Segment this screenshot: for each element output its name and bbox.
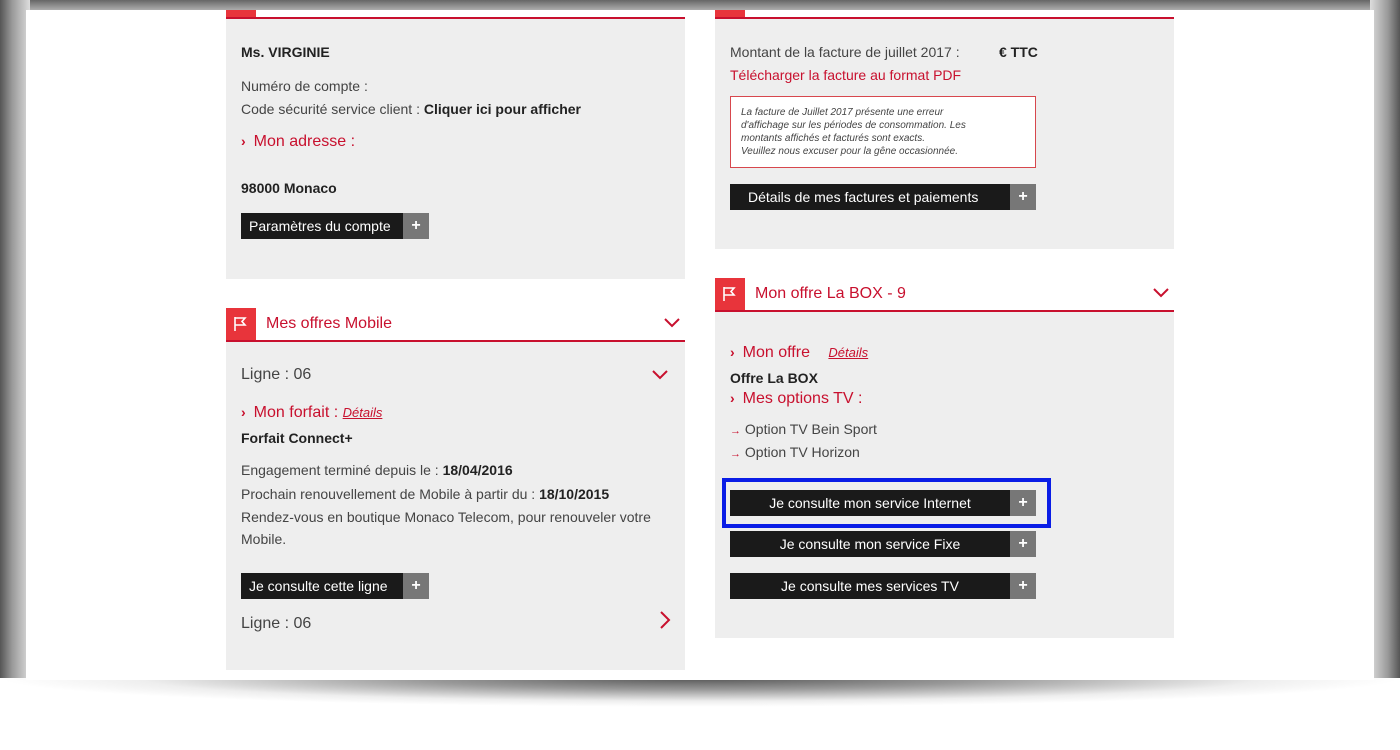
invoice-panel: Montant de la facture de juillet 2017 : … — [715, 10, 1174, 249]
frame-shadow-bottom — [0, 678, 1400, 750]
engagement-date: 18/04/2016 — [442, 462, 513, 478]
account-settings-button[interactable]: Paramètres du compte + — [241, 213, 429, 239]
forfait-title: Mon forfait — [253, 404, 330, 421]
notice-line: Veuillez nous excuser pour la gêne occas… — [741, 146, 958, 157]
mobile-section-title: Mes offres Mobile — [266, 315, 392, 332]
mobile-offers-panel: Mes offres Mobile Ligne : 06 › Mon forfai… — [226, 308, 685, 670]
consult-line-label: Je consulte cette ligne — [249, 578, 388, 594]
offer-title-row: › Mon offre Détails — [730, 344, 868, 362]
address-value: 98000 Monaco — [241, 180, 337, 196]
account-panel: Ms. VIRGINIE Numéro de compte : Code séc… — [226, 10, 685, 279]
account-panel-header — [226, 10, 685, 19]
chevron-down-icon[interactable] — [663, 314, 681, 332]
account-settings-label: Paramètres du compte — [249, 218, 391, 234]
tv-option-label: Option TV Horizon — [744, 444, 860, 460]
tv-services-button[interactable]: Je consulte mes services TV + — [730, 573, 1036, 599]
tv-option-label: Option TV Bein Sport — [744, 421, 877, 437]
invoice-amount-value: € TTC — [999, 44, 1038, 60]
chevron-down-icon[interactable] — [651, 366, 669, 384]
address-section-title: › Mon adresse : — [241, 133, 355, 151]
renewal-text-line-1: Rendez-vous en boutique Monaco Telecom, … — [241, 509, 651, 525]
tv-services-label: Je consulte mes services TV — [781, 578, 959, 594]
tv-options-title: Mes options TV : — [742, 390, 863, 407]
frame-shadow-right — [1370, 0, 1400, 690]
notice-line: d'affichage sur les périodes de consomma… — [741, 120, 966, 131]
chevron-right-icon: › — [730, 390, 735, 406]
chevron-right-icon: › — [730, 344, 735, 360]
flag-icon — [226, 308, 256, 340]
offer-value: Offre La BOX — [730, 370, 818, 386]
invoice-flag-icon — [715, 10, 745, 17]
renewal-text-line-2: Mobile. — [241, 531, 287, 547]
fixe-service-button[interactable]: Je consulte mon service Fixe + — [730, 531, 1036, 557]
line-1-label: Ligne : 06 — [241, 366, 312, 383]
arrow-right-icon: → — [730, 448, 741, 460]
offer-title: Mon offre — [742, 344, 810, 361]
security-code-label: Code sécurité service client : — [241, 101, 420, 117]
mobile-panel-header[interactable]: Mes offres Mobile — [226, 308, 685, 342]
renewal-label: Prochain renouvellement de Mobile à part… — [241, 486, 536, 502]
engagement-row: Engagement terminé depuis le : 18/04/201… — [241, 462, 513, 478]
invoice-panel-header — [715, 10, 1174, 19]
security-code-row: Code sécurité service client : Cliquer i… — [241, 101, 581, 117]
consult-line-button[interactable]: Je consulte cette ligne + — [241, 573, 429, 599]
forfait-title-row: › Mon forfait : Détails — [241, 404, 382, 422]
chevron-down-icon[interactable] — [1152, 284, 1170, 302]
chevron-right-icon: › — [241, 133, 246, 149]
tv-option-item: → Option TV Bein Sport — [730, 421, 877, 437]
invoice-amount-label: Montant de la facture de juillet 2017 : — [730, 44, 960, 60]
download-invoice-pdf-link[interactable]: Télécharger la facture au format PDF — [730, 67, 961, 83]
account-holder-name: Ms. VIRGINIE — [241, 44, 330, 60]
fixe-service-label: Je consulte mon service Fixe — [779, 536, 961, 552]
box-section-title: Mon offre La BOX - 9 — [755, 285, 906, 302]
renewal-row: Prochain renouvellement de Mobile à part… — [241, 486, 609, 502]
chevron-right-icon[interactable] — [658, 610, 672, 630]
box-panel-header[interactable]: Mon offre La BOX - 9 — [715, 278, 1174, 312]
arrow-right-icon: → — [730, 425, 741, 437]
selection-highlight — [722, 478, 1051, 528]
chevron-right-icon: › — [241, 404, 246, 420]
page-viewport: Ms. VIRGINIE Numéro de compte : Code séc… — [26, 10, 1374, 680]
plus-icon: + — [1010, 184, 1036, 210]
plus-icon: + — [1010, 573, 1036, 599]
account-number-label: Numéro de compte : — [241, 78, 368, 94]
plus-icon: + — [1010, 531, 1036, 557]
notice-line: La facture de Juillet 2017 présente une … — [741, 107, 944, 118]
forfait-details-link[interactable]: Détails — [343, 405, 383, 420]
forfait-separator: : — [333, 404, 339, 421]
box-offer-panel: Mon offre La BOX - 9 › Mon offre Détails … — [715, 278, 1174, 638]
invoice-error-notice: La facture de Juillet 2017 présente une … — [730, 96, 1036, 168]
forfait-value: Forfait Connect+ — [241, 430, 353, 446]
invoice-details-label: Détails de mes factures et paiements — [748, 189, 979, 205]
tv-options-title-row: › Mes options TV : — [730, 390, 862, 408]
tv-option-item: → Option TV Horizon — [730, 444, 860, 460]
renewal-date: 18/10/2015 — [539, 486, 610, 502]
plus-icon: + — [403, 213, 429, 239]
invoice-details-button[interactable]: Détails de mes factures et paiements + — [730, 184, 1036, 210]
notice-line: montants affichés et facturés sont exact… — [741, 133, 925, 144]
flag-icon — [715, 278, 745, 310]
line-2-label: Ligne : 06 — [241, 615, 312, 632]
plus-icon: + — [403, 573, 429, 599]
security-code-link[interactable]: Cliquer ici pour afficher — [424, 101, 581, 117]
address-title-label: Mon adresse : — [253, 133, 356, 150]
engagement-label: Engagement terminé depuis le : — [241, 462, 439, 478]
account-flag-icon — [226, 10, 256, 17]
offer-details-link[interactable]: Détails — [828, 345, 868, 360]
